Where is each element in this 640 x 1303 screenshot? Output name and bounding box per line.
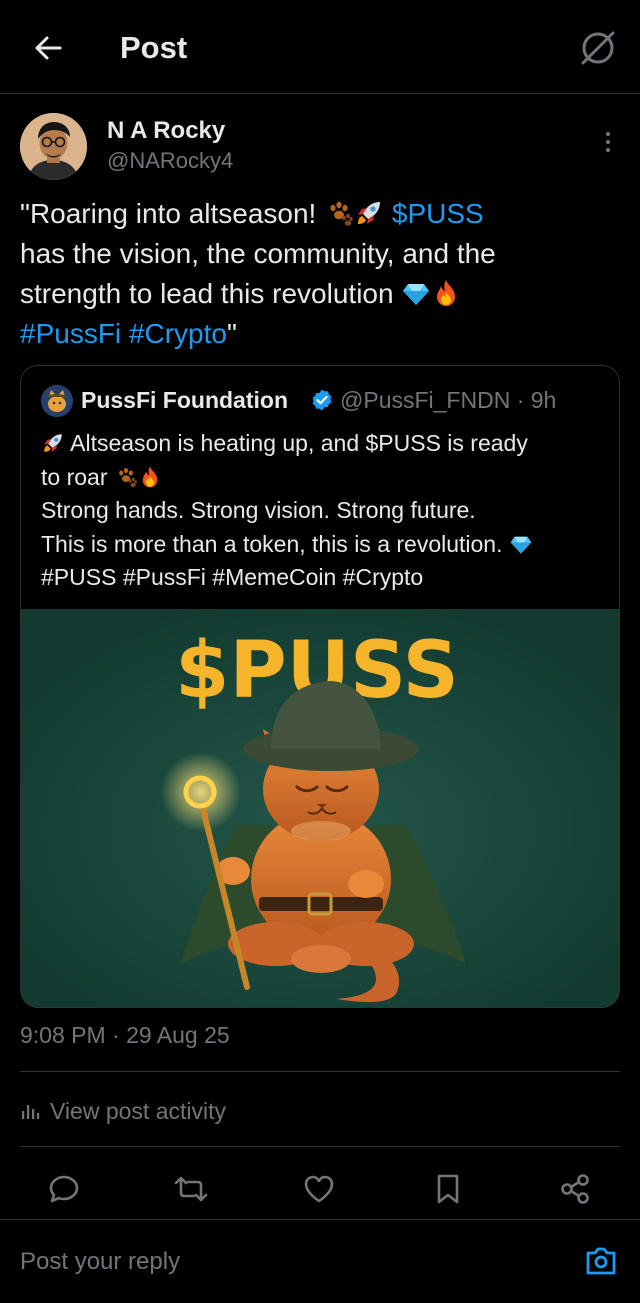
repost-icon <box>174 1176 208 1202</box>
post-text: "Roaring into altseason! $PUSS has the v… <box>20 194 620 354</box>
bookmark-icon <box>437 1174 459 1204</box>
post-text-line-2: has the vision, the community, and the <box>20 238 496 269</box>
camera-icon <box>586 1247 616 1275</box>
share-icon <box>561 1174 589 1204</box>
avatar-image <box>20 113 87 180</box>
quoted-author-name[interactable]: PussFi Foundation <box>81 387 288 414</box>
author-name[interactable]: N A Rocky <box>107 117 225 145</box>
reply-input[interactable] <box>20 1242 560 1282</box>
arrow-left-icon <box>35 36 62 60</box>
post-author: N A Rocky @NARocky4 <box>20 113 620 183</box>
gem-icon <box>510 536 532 554</box>
grok-button[interactable] <box>576 26 620 70</box>
heart-icon <box>304 1175 334 1203</box>
rocket-icon <box>358 202 381 224</box>
share-button[interactable] <box>555 1169 595 1209</box>
divider <box>20 1146 620 1147</box>
like-button[interactable] <box>299 1169 339 1209</box>
reply-bar <box>0 1219 640 1303</box>
back-button[interactable] <box>28 28 68 68</box>
paw-prints-icon <box>118 467 137 487</box>
reply-icon <box>49 1175 79 1203</box>
divider <box>20 1071 620 1072</box>
bar-chart-icon <box>22 1105 40 1119</box>
more-vertical-icon <box>606 132 610 136</box>
view-post-activity-label: View post activity <box>50 1097 226 1124</box>
ticker-link[interactable]: $PUSS <box>392 198 484 229</box>
puss-wizard-cat-illustration: $PUSS <box>21 609 619 1007</box>
fire-icon <box>437 280 456 306</box>
hashtag-link[interactable]: #PussFi <box>20 318 121 349</box>
author-handle[interactable]: @NARocky4 <box>107 148 233 174</box>
post-text-line-3: strength to lead this revolution <box>20 278 402 309</box>
quoted-handle-and-time: @PussFi_FNDN · 9h <box>340 387 557 413</box>
more-options-button[interactable] <box>596 127 620 157</box>
page-title: Post <box>120 30 188 65</box>
camera-button[interactable] <box>584 1244 618 1278</box>
verified-badge-icon <box>312 389 332 411</box>
post-text-start: "Roaring into altseason! <box>20 198 325 229</box>
post-actions <box>0 1165 640 1213</box>
reply-button[interactable] <box>44 1169 84 1209</box>
quoted-post-text: Altseason is heating up, and $PUSS is re… <box>41 427 611 595</box>
post-timestamp: 9:08 PM · 29 Aug 25 <box>20 1022 230 1048</box>
top-bar: Post <box>0 0 640 94</box>
quoted-text-line-4: This is more than a token, this is a rev… <box>41 530 509 557</box>
fire-icon <box>142 466 158 487</box>
avatar[interactable] <box>20 113 87 180</box>
quoted-text-line-5: #PUSS #PussFi #MemeCoin #Crypto <box>41 564 424 590</box>
paw-prints-icon <box>330 201 353 226</box>
repost-button[interactable] <box>171 1169 211 1209</box>
cat-avatar-image <box>41 385 73 417</box>
quoted-post[interactable]: PussFi Foundation @PussFi_FNDN · 9h Alts… <box>20 365 620 1008</box>
gem-icon <box>403 284 430 305</box>
rocket-icon <box>44 434 62 452</box>
post-text-end: " <box>226 318 237 349</box>
quoted-text-line-3: Strong hands. Strong vision. Strong futu… <box>41 497 476 523</box>
view-post-activity[interactable]: View post activity <box>20 1094 226 1128</box>
quoted-text-line-1: Altseason is heating up, and $PUSS is re… <box>70 430 528 456</box>
grok-icon <box>581 31 615 65</box>
quoted-post-image[interactable]: $PUSS <box>21 609 619 1007</box>
bookmark-button[interactable] <box>428 1169 468 1209</box>
quoted-text-line-2: to roar <box>41 463 114 490</box>
quoted-avatar[interactable] <box>41 385 73 417</box>
hashtag-link[interactable]: #Crypto <box>129 318 227 349</box>
